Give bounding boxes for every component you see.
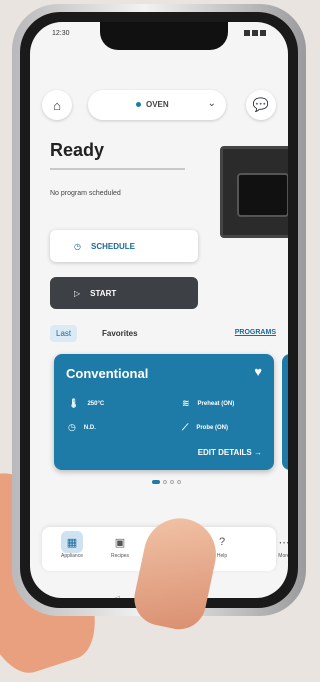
start-button[interactable]: ▷ START: [50, 277, 198, 309]
next-program-card[interactable]: D: [282, 354, 288, 470]
status-message: No program scheduled: [50, 190, 121, 197]
preheat-row: ≋ Preheat (ON): [182, 398, 234, 409]
appliance-name: OVEN: [146, 100, 169, 109]
clock-icon: ◷: [74, 241, 81, 251]
pagination-dot[interactable]: [163, 480, 167, 484]
progress-bar: [50, 168, 185, 170]
programs-link[interactable]: PROGRAMS: [235, 329, 276, 336]
program-card[interactable]: Conventional ♥ 🌡 250°C ≋ Preheat (ON) ◷ …: [54, 354, 274, 470]
nav-item-more[interactable]: ⋯ More: [264, 531, 289, 560]
more-icon: ⋯: [278, 536, 289, 549]
nav-label: Recipes: [110, 553, 130, 559]
time-value: N.D.: [83, 424, 96, 431]
chevron-down-icon: ⌄: [207, 98, 216, 109]
tab-last[interactable]: Last: [50, 325, 78, 342]
program-title: Conventional: [66, 366, 149, 381]
status-icons: [242, 30, 266, 44]
preheat-icon: ≋: [182, 398, 190, 408]
top-bar: ⌂ OVEN ⌄ 💬: [42, 90, 276, 122]
app-screen: 12:30 ⌂ OVEN ⌄ 💬 Ready No program schedu…: [30, 22, 288, 598]
probe-value: Probe (ON): [196, 424, 228, 431]
preheat-value: Preheat (ON): [197, 400, 235, 407]
phone-bezel: 12:30 ⌂ OVEN ⌄ 💬 Ready No program schedu…: [20, 12, 298, 608]
connected-dot-icon: [136, 102, 141, 107]
home-button[interactable]: ⌂: [42, 90, 72, 120]
schedule-button[interactable]: ◷ SCHEDULE: [50, 230, 198, 262]
time-row: ◷ N.D.: [68, 422, 96, 433]
book-icon: ▣: [114, 536, 126, 549]
probe-row: ⟋ Probe (ON): [182, 422, 228, 433]
favorite-heart-icon[interactable]: ♥: [254, 364, 262, 379]
temperature-value: 250°C: [87, 400, 105, 407]
clock-icon: ◷: [68, 422, 76, 432]
temperature-row: 🌡 250°C: [68, 398, 104, 409]
chat-button[interactable]: 💬: [246, 90, 276, 120]
appliance-selector[interactable]: OVEN ⌄: [88, 90, 226, 120]
thermometer-icon: 🌡: [68, 398, 80, 408]
pagination-dot[interactable]: [170, 480, 174, 484]
edit-details-label: EDIT DETAILS: [197, 448, 252, 457]
arrow-right-icon: →: [254, 448, 262, 457]
oven-icon: ▦: [61, 531, 83, 553]
start-label: START: [90, 288, 117, 298]
nav-item-appliance[interactable]: ▦ Appliance: [52, 531, 92, 559]
pagination-dot[interactable]: [152, 480, 160, 484]
nav-label: Appliance: [61, 553, 83, 559]
schedule-label: SCHEDULE: [90, 241, 135, 251]
pagination-dot[interactable]: [177, 480, 181, 484]
camera-notch: [100, 22, 228, 50]
oven-window: [237, 173, 288, 217]
home-icon: ⌂: [53, 97, 61, 113]
play-icon: ▷: [74, 288, 81, 298]
tab-favorites[interactable]: Favorites: [96, 325, 144, 342]
program-tabs: Last Favorites PROGRAMS: [50, 325, 276, 345]
nav-label: More: [278, 553, 288, 559]
edit-details-link[interactable]: EDIT DETAILS →: [198, 448, 262, 457]
nav-item-recipes[interactable]: ▣ Recipes: [100, 531, 140, 560]
status-time: 12:30: [52, 30, 70, 37]
oven-image: [220, 146, 288, 238]
back-triangle-icon[interactable]: ◁: [112, 594, 120, 598]
probe-icon: ⟋: [182, 422, 189, 432]
status-title: Ready: [50, 140, 105, 160]
chat-icon: 💬: [252, 97, 270, 112]
carousel-pagination: [152, 480, 181, 484]
